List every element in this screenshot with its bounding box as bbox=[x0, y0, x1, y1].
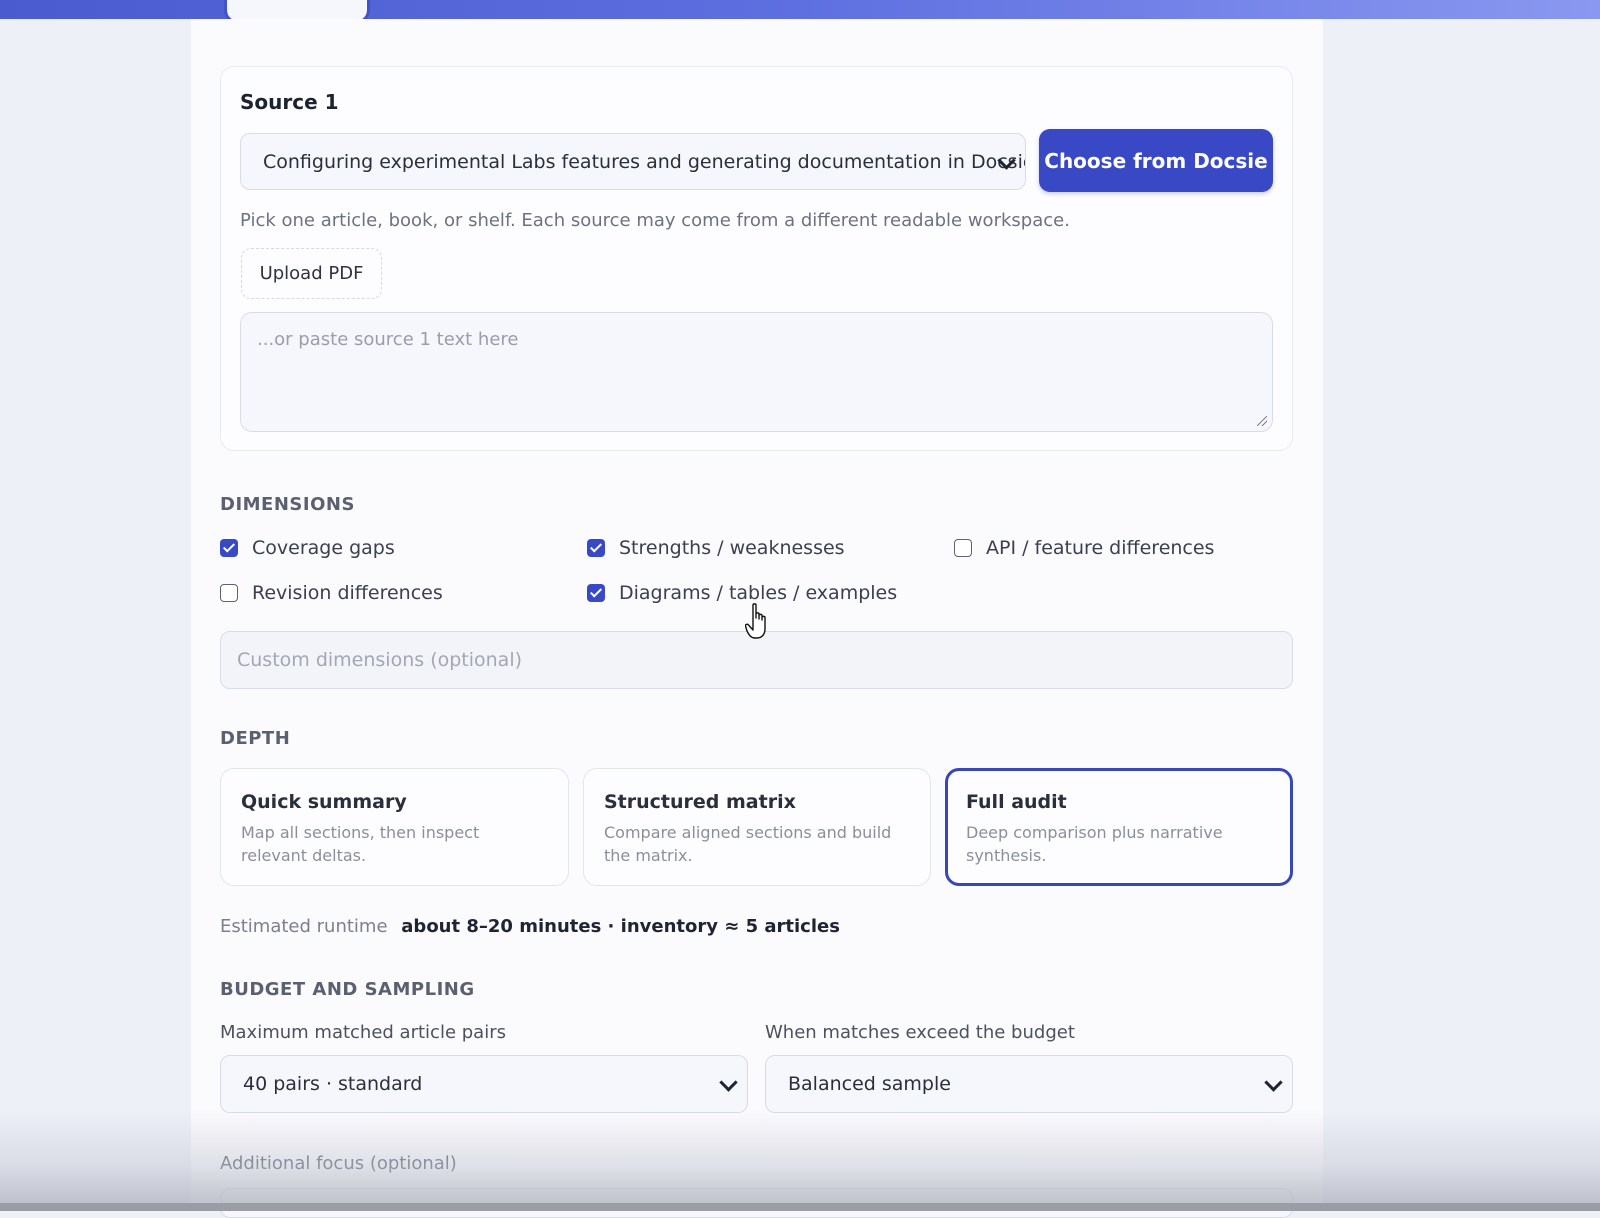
runtime-value: about 8–20 minutes · inventory ≈ 5 artic… bbox=[401, 916, 840, 937]
dimension-revision-differences[interactable]: Revision differences bbox=[220, 582, 443, 604]
max-pairs-label: Maximum matched article pairs bbox=[220, 1022, 506, 1043]
checkbox-unchecked[interactable] bbox=[220, 584, 238, 602]
source-paste-placeholder: ...or paste source 1 text here bbox=[257, 329, 519, 350]
depth-card-title: Full audit bbox=[966, 791, 1067, 813]
estimated-runtime: Estimated runtime about 8–20 minutes · i… bbox=[220, 916, 840, 937]
runtime-label: Estimated runtime bbox=[220, 916, 388, 937]
depth-structured-matrix-card[interactable]: Structured matrix Compare aligned sectio… bbox=[583, 768, 931, 886]
depth-card-description: Compare aligned sections and build the m… bbox=[604, 823, 892, 865]
dimension-diagrams-tables-examples[interactable]: Diagrams / tables / examples bbox=[587, 582, 897, 604]
dimension-label: Coverage gaps bbox=[252, 537, 395, 559]
dimension-label: Revision differences bbox=[252, 582, 443, 604]
depth-card-description: Deep comparison plus narrative synthesis… bbox=[966, 823, 1223, 865]
source-paste-textarea[interactable]: ...or paste source 1 text here bbox=[240, 312, 1273, 432]
depth-heading: DEPTH bbox=[220, 728, 291, 749]
resize-handle-icon[interactable] bbox=[1257, 416, 1267, 426]
custom-dimensions-placeholder: Custom dimensions (optional) bbox=[237, 649, 523, 671]
exceed-budget-label: When matches exceed the budget bbox=[765, 1022, 1075, 1043]
dimension-label: Strengths / weaknesses bbox=[619, 537, 845, 559]
exceed-budget-value: Balanced sample bbox=[788, 1073, 951, 1095]
dimension-label: Diagrams / tables / examples bbox=[619, 582, 898, 604]
checkbox-checked[interactable] bbox=[587, 539, 605, 557]
source-hint: Pick one article, book, or shelf. Each s… bbox=[240, 210, 1070, 231]
chevron-down-icon bbox=[1264, 1073, 1283, 1092]
max-pairs-select[interactable]: 40 pairs · standard bbox=[220, 1055, 748, 1113]
dimension-api-feature-differences[interactable]: API / feature differences bbox=[954, 537, 1214, 559]
dimension-coverage-gaps[interactable]: Coverage gaps bbox=[220, 537, 395, 559]
additional-focus-label: Additional focus (optional) bbox=[220, 1153, 457, 1174]
source-select[interactable]: Configuring experimental Labs features a… bbox=[240, 133, 1026, 190]
checkbox-checked[interactable] bbox=[220, 539, 238, 557]
depth-card-title: Quick summary bbox=[241, 791, 407, 813]
bottom-edge bbox=[0, 1203, 1600, 1211]
exceed-budget-select[interactable]: Balanced sample bbox=[765, 1055, 1293, 1113]
depth-card-description: Map all sections, then inspect relevant … bbox=[241, 823, 480, 865]
depth-full-audit-card[interactable]: Full audit Deep comparison plus narrativ… bbox=[945, 768, 1293, 886]
source-title: Source 1 bbox=[240, 90, 339, 114]
dimension-label: API / feature differences bbox=[986, 537, 1215, 559]
checkbox-unchecked[interactable] bbox=[954, 539, 972, 557]
source-select-value: Configuring experimental Labs features a… bbox=[263, 150, 1026, 173]
checkbox-checked[interactable] bbox=[587, 584, 605, 602]
choose-from-docsie-button[interactable]: Choose from Docsie bbox=[1039, 129, 1273, 192]
depth-quick-summary-card[interactable]: Quick summary Map all sections, then ins… bbox=[220, 768, 569, 886]
dimensions-heading: DIMENSIONS bbox=[220, 494, 355, 515]
hand-pointer-cursor-icon bbox=[745, 603, 766, 639]
dimension-strengths-weaknesses[interactable]: Strengths / weaknesses bbox=[587, 537, 845, 559]
max-pairs-value: 40 pairs · standard bbox=[243, 1073, 423, 1095]
depth-card-title: Structured matrix bbox=[604, 791, 796, 813]
chevron-down-icon bbox=[719, 1073, 738, 1092]
upload-pdf-button[interactable]: Upload PDF bbox=[241, 248, 382, 299]
budget-heading: BUDGET AND SAMPLING bbox=[220, 979, 475, 1000]
